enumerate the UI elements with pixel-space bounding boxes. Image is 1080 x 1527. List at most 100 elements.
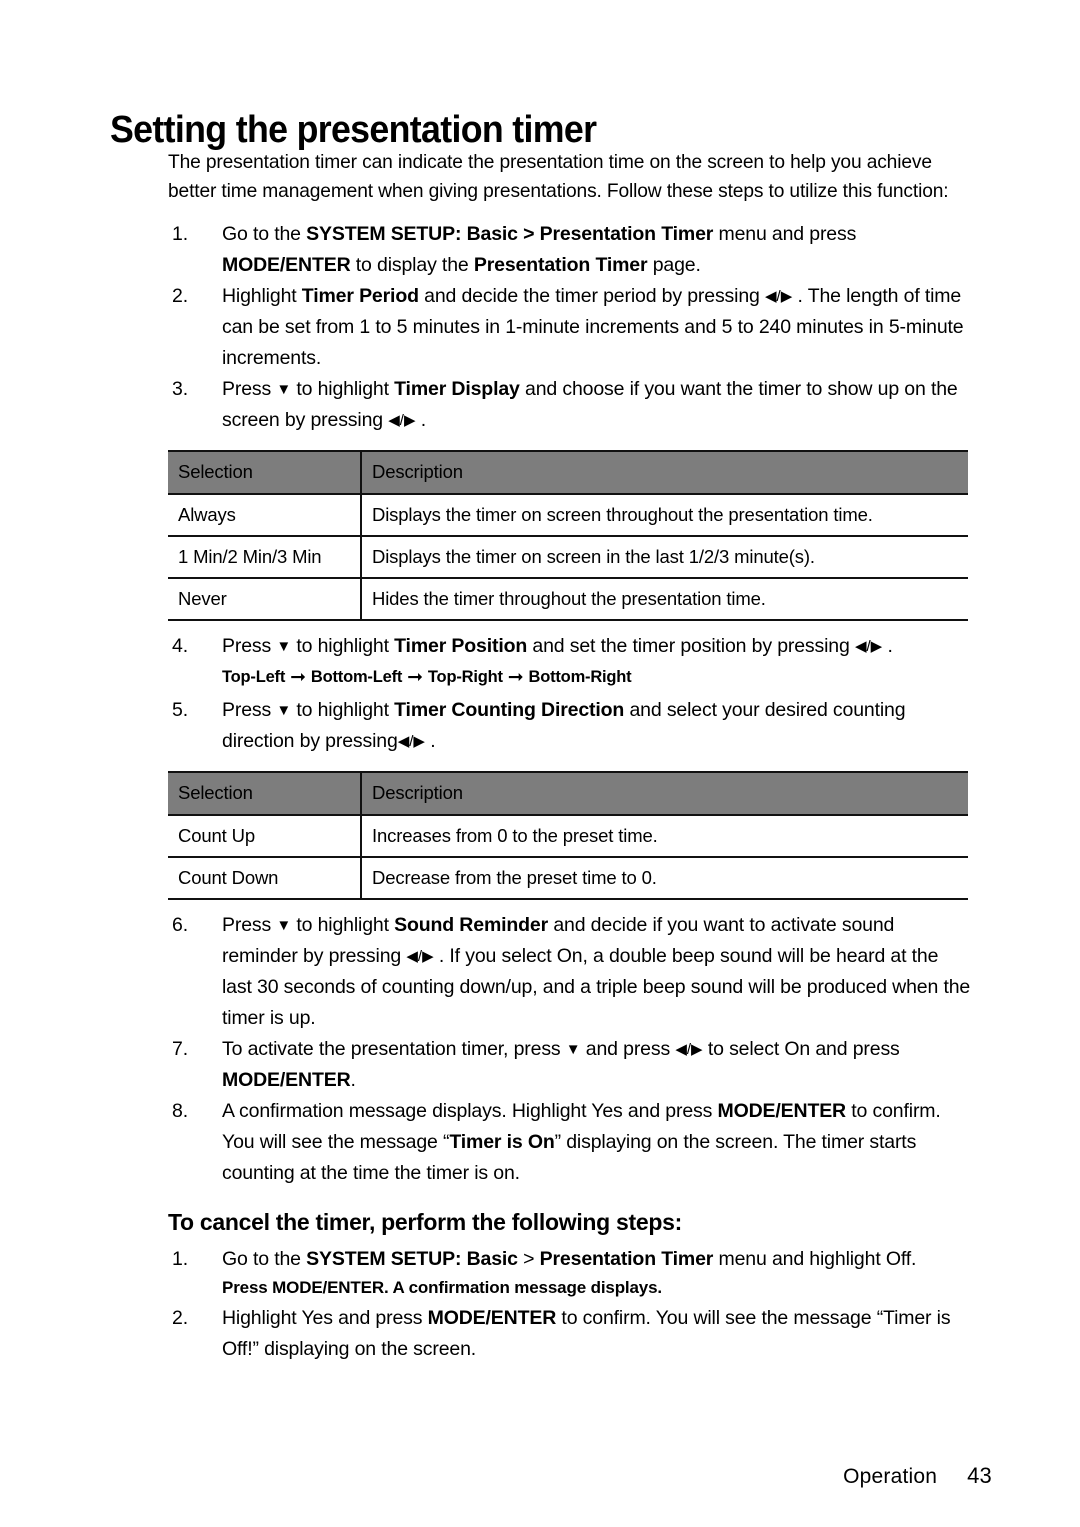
step-item: 6. Press ▼ to highlight Sound Reminder an… (168, 910, 972, 1034)
body-text: menu and highlight Off. (713, 1248, 917, 1270)
step-item: 5. Press ▼ to highlight Timer Counting Di… (168, 695, 972, 757)
body-text: . (350, 1069, 356, 1091)
step-number: 4. (172, 635, 188, 657)
cancel-steps-list: 1. Go to the SYSTEM SETUP: Basic > Presen… (168, 1244, 972, 1365)
body-text: and set the timer position by pressing (527, 635, 855, 657)
emphasis-text: Timer Display (394, 378, 520, 400)
body-text: Press (222, 635, 277, 657)
table-head: Selection Description (168, 450, 968, 495)
body-text: and press (580, 1038, 676, 1060)
left-right-arrow-keys-icon: ◀/▶ (406, 948, 434, 965)
right-arrow-icon: ➞ (507, 667, 524, 688)
emphasis-text: Timer Position (394, 635, 528, 657)
cell-selection: 1 Min/2 Min/3 Min (168, 536, 362, 579)
position-option: Bottom-Left (310, 668, 403, 686)
step-text: Highlight Timer Period and decide the ti… (222, 281, 972, 374)
position-option: Top-Right (427, 668, 503, 686)
cell-selection: Count Up (168, 815, 362, 858)
footer-page-number: 43 (967, 1463, 992, 1488)
down-arrow-key-icon: ▼ (276, 917, 292, 934)
step-text: To activate the presentation timer, pres… (222, 1034, 972, 1096)
emphasis-text: Presentation Timer (473, 254, 648, 276)
body-text: Press (222, 914, 277, 936)
down-arrow-key-icon: ▼ (276, 381, 292, 398)
left-right-arrow-keys-icon: ◀/▶ (397, 733, 425, 750)
step-number: 5. (172, 699, 188, 721)
emphasis-text: Timer is On (449, 1131, 555, 1153)
steps-list-1: 1. Go to the SYSTEM SETUP: Basic > Presen… (168, 219, 972, 436)
step-item: 1. Go to the SYSTEM SETUP: Basic > Presen… (168, 1244, 972, 1275)
cell-description: Hides the timer throughout the presentat… (361, 578, 968, 621)
table-head: Selection Description (168, 771, 968, 816)
body-text: and decide the timer period by pressing (418, 285, 765, 307)
body-text: to highlight (291, 699, 395, 721)
step-number: 2. (172, 285, 188, 307)
column-header-selection: Selection (168, 771, 362, 816)
body-text: . (415, 409, 427, 431)
body-text: Press (222, 699, 277, 721)
body-text: to highlight (291, 914, 395, 936)
footer-section-label: Operation (843, 1465, 938, 1488)
body-text: Go to the (222, 1248, 307, 1270)
column-header-selection: Selection (168, 450, 362, 495)
step-text: Press ▼ to highlight Timer Counting Dire… (222, 695, 972, 757)
emphasis-text: MODE/ENTER (717, 1100, 846, 1122)
step-number: 1. (172, 223, 188, 245)
cell-description: Displays the timer on screen in the last… (361, 536, 968, 579)
step-number: 1. (172, 1248, 188, 1270)
body-text: Press (222, 378, 277, 400)
table-body: Count Up Increases from 0 to the preset t… (168, 815, 968, 900)
step-text: Highlight Yes and press MODE/ENTER to co… (222, 1303, 972, 1365)
column-header-description: Description (361, 450, 968, 495)
cell-selection: Never (168, 578, 362, 621)
left-right-arrow-keys-icon: ◀/▶ (388, 412, 416, 429)
body-text: A confirmation message displays. Highlig… (222, 1100, 718, 1122)
down-arrow-key-icon: ▼ (565, 1041, 581, 1058)
page-content: The presentation timer can indicate the … (168, 148, 972, 1365)
intro-paragraph: The presentation timer can indicate the … (168, 151, 949, 202)
step-item: 2. Highlight Timer Period and decide the … (168, 281, 972, 374)
body-text: . (882, 635, 893, 657)
body-text: menu and press (713, 223, 857, 245)
cell-selection: Always (168, 494, 362, 537)
cell-description: Displays the timer on screen throughout … (361, 494, 968, 537)
emphasis-text: Presentation Timer (539, 1248, 714, 1270)
right-arrow-icon: ➞ (290, 667, 306, 688)
position-option: Top-Left (222, 668, 286, 686)
down-arrow-key-icon: ▼ (276, 638, 292, 655)
step-number: 6. (172, 914, 188, 936)
left-right-arrow-keys-icon: ◀/▶ (854, 638, 883, 655)
step-item: 2. Highlight Yes and press MODE/ENTER to … (168, 1303, 972, 1365)
step-number: 7. (172, 1038, 188, 1060)
body-text: to select On and press (702, 1038, 900, 1060)
cancel-note-item: Press MODE/ENTER. A confirmation message… (168, 1275, 972, 1301)
step-text: A confirmation message displays. Highlig… (222, 1096, 972, 1189)
steps-list-4: 6. Press ▼ to highlight Sound Reminder an… (168, 910, 972, 1189)
left-right-arrow-keys-icon: ◀/▶ (765, 288, 793, 305)
step-item: 1. Go to the SYSTEM SETUP: Basic > Presen… (168, 219, 972, 281)
emphasis-text: SYSTEM SETUP: Basic (306, 1248, 518, 1270)
cancel-section-heading: To cancel the timer, perform the followi… (168, 1209, 682, 1235)
timer-position-sequence: Top-Left ➞ Bottom-Left ➞ Top-Right ➞ Bottom-Ri… (168, 664, 972, 691)
page-title: Setting the presentation timer (110, 109, 597, 152)
timer-display-table: Selection Description Always Displays the… (168, 450, 968, 621)
emphasis-text: Timer Counting Direction (394, 699, 625, 721)
table-row: Always Displays the timer on screen throu… (168, 494, 968, 537)
position-option: Bottom-Right (528, 668, 632, 686)
step-text: Press ▼ to highlight Sound Reminder and … (222, 910, 972, 1034)
emphasis-text: Sound Reminder (394, 914, 549, 936)
table-body: Always Displays the timer on screen throu… (168, 494, 968, 621)
emphasis-text: Timer Period (301, 285, 419, 307)
down-arrow-key-icon: ▼ (276, 702, 292, 719)
table-header-row: Selection Description (168, 450, 968, 495)
table-row: Count Up Increases from 0 to the preset t… (168, 815, 968, 858)
cell-selection: Count Down (168, 857, 362, 900)
page-footer: Operation 43 (0, 1463, 1080, 1489)
body-text: Highlight (222, 285, 302, 307)
left-right-arrow-keys-icon: ◀/▶ (675, 1041, 703, 1058)
step-number: 3. (172, 378, 188, 400)
emphasis-text: SYSTEM SETUP: Basic > Presentation Timer (306, 223, 714, 245)
body-text: > (517, 1248, 540, 1270)
body-text: To activate the presentation timer, pres… (222, 1038, 566, 1060)
body-text: Highlight Yes and press (222, 1307, 428, 1329)
